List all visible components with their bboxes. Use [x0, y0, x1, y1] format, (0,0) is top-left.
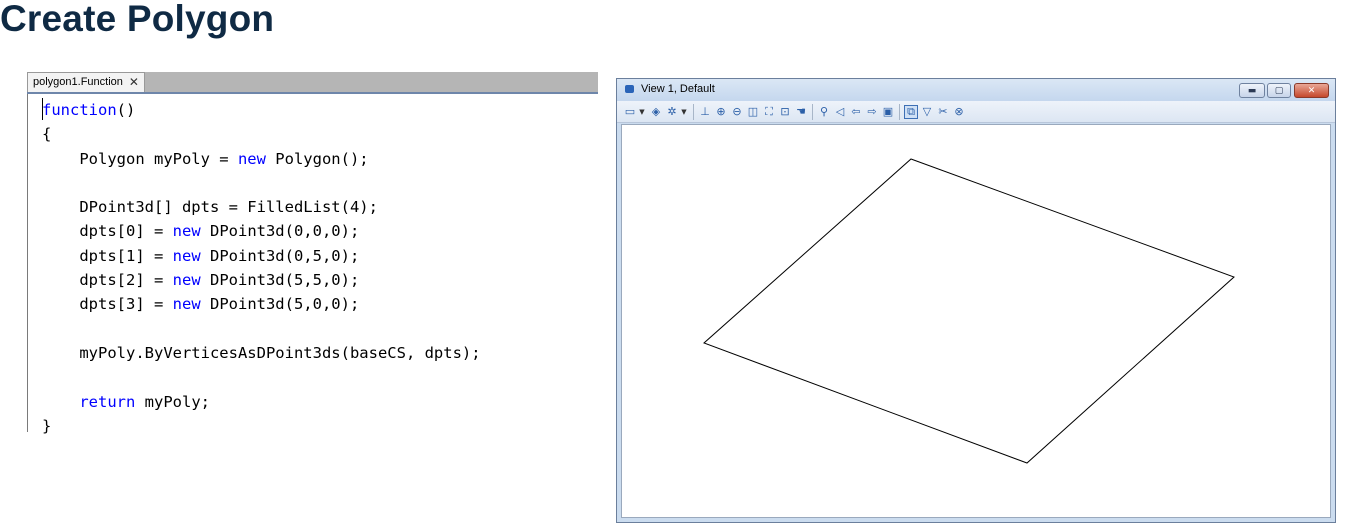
text-caret: [42, 98, 43, 120]
code-line: {: [42, 122, 481, 146]
code-token: DPoint3d(5,5,0);: [200, 271, 360, 290]
code-token: {: [42, 125, 52, 144]
toolbar-separator: [812, 103, 813, 120]
code-line: Polygon myPoly = new Polygon();: [42, 147, 481, 171]
toolbar-separator: [693, 103, 694, 120]
view-title: View 1, Default: [641, 83, 715, 95]
view-rotation-icon[interactable]: ⧉: [904, 104, 918, 119]
close-button[interactable]: ✕: [1294, 83, 1329, 98]
code-token: DPoint3d(0,0,0);: [200, 222, 360, 241]
code-keyword: new: [237, 149, 266, 168]
view-next-icon[interactable]: ⇨: [865, 105, 879, 119]
camera-icon[interactable]: ⊗: [952, 105, 966, 119]
view-toolbar: ▭ ▼ ◈ ✲ ▼ ⊥ ⊕ ⊖ ◫ ⛶ ⊡ ☚ ⚲ ◁ ⇦ ⇨ ▣ ⧉ ▽ ✂ ⊗: [617, 101, 1335, 123]
chevron-down-icon[interactable]: ▼: [681, 105, 687, 119]
view-title-bar[interactable]: View 1, Default ▬ ▢ ✕: [617, 79, 1335, 101]
walk-icon[interactable]: ⚲: [817, 105, 831, 119]
display-style-icon[interactable]: ◈: [649, 105, 663, 119]
clip-volume-icon[interactable]: ▽: [920, 105, 934, 119]
viewport-svg: [703, 158, 1235, 464]
zoom-out-icon[interactable]: ⊖: [730, 105, 744, 119]
view-attributes-icon[interactable]: ▭: [623, 105, 637, 119]
tab-label: polygon1.Function: [33, 76, 123, 88]
code-editor: polygon1.Function ✕ function() { Polygon …: [27, 72, 599, 435]
lighting-icon[interactable]: ✲: [665, 105, 679, 119]
page-title: Create Polygon: [0, 0, 275, 39]
view-previous-icon[interactable]: ⇦: [849, 105, 863, 119]
clip-mask-icon[interactable]: ✂: [936, 105, 950, 119]
code-keyword: new: [172, 271, 201, 290]
code-line: dpts[0] = new DPoint3d(0,0,0);: [42, 219, 481, 243]
editor-tab-bar: polygon1.Function ✕: [27, 72, 598, 94]
rotate-view-icon[interactable]: ⊡: [778, 105, 792, 119]
code-token: DPoint3d(5,0,0);: [200, 295, 360, 314]
code-line: function(): [42, 98, 481, 122]
code-token: Polygon myPoly =: [42, 149, 238, 168]
code-line: dpts[3] = new DPoint3d(5,0,0);: [42, 292, 481, 316]
code-line: dpts[1] = new DPoint3d(0,5,0);: [42, 244, 481, 268]
code-keyword: return: [79, 392, 136, 411]
code-token: DPoint3d(0,5,0);: [200, 246, 360, 265]
code-token: dpts[0] =: [42, 222, 173, 241]
code-line: DPoint3d[] dpts = FilledList(4);: [42, 195, 481, 219]
code-token: dpts[1] =: [42, 246, 173, 265]
window-area-icon[interactable]: ◫: [746, 105, 760, 119]
polygon-shape[interactable]: [703, 158, 1235, 464]
code-line: return myPoly;: [42, 390, 481, 414]
code-line: dpts[2] = new DPoint3d(5,5,0);: [42, 268, 481, 292]
toolbar-separator: [899, 103, 900, 120]
code-token: }: [42, 416, 52, 435]
code-keyword: new: [172, 295, 201, 314]
code-keyword: function: [42, 101, 117, 119]
pan-view-icon[interactable]: ☚: [794, 105, 808, 119]
code-token: myPoly;: [135, 392, 210, 411]
update-view-icon[interactable]: ⊥: [698, 105, 712, 119]
close-icon[interactable]: ✕: [129, 73, 139, 92]
code-token: dpts[3] =: [42, 295, 173, 314]
code-line: }: [42, 414, 481, 438]
view-window: View 1, Default ▬ ▢ ✕ ▭ ▼ ◈ ✲ ▼ ⊥ ⊕ ⊖ ◫ ⛶ ⊡ ☚ ⚲ ◁ ⇦ ⇨ ▣ ⧉…: [616, 78, 1336, 523]
code-token: DPoint3d[] dpts = FilledList(4);: [42, 198, 378, 217]
minimize-button[interactable]: ▬: [1239, 83, 1265, 98]
copy-view-icon[interactable]: ▣: [881, 105, 895, 119]
code-token: Polygon();: [265, 149, 369, 168]
code-keyword: new: [172, 246, 201, 265]
code-text: function() { Polygon myPoly = new Polygon…: [42, 98, 481, 438]
view-canvas[interactable]: [621, 124, 1331, 518]
fly-icon[interactable]: ◁: [833, 105, 847, 119]
code-area[interactable]: function() { Polygon myPoly = new Polygon…: [27, 94, 599, 435]
code-token: dpts[2] =: [42, 271, 173, 290]
view-app-icon: [625, 85, 634, 93]
code-keyword: new: [172, 222, 201, 241]
chevron-down-icon[interactable]: ▼: [639, 105, 645, 119]
fit-view-icon[interactable]: ⛶: [762, 105, 776, 119]
code-token: myPoly.ByVerticesAsDPoint3ds(baseCS, dpt…: [42, 343, 481, 362]
tab-polygon1-function[interactable]: polygon1.Function ✕: [27, 72, 145, 92]
zoom-in-icon[interactable]: ⊕: [714, 105, 728, 119]
code-token: (): [116, 101, 136, 119]
code-line: myPoly.ByVerticesAsDPoint3ds(baseCS, dpt…: [42, 341, 481, 365]
maximize-button[interactable]: ▢: [1267, 83, 1291, 98]
